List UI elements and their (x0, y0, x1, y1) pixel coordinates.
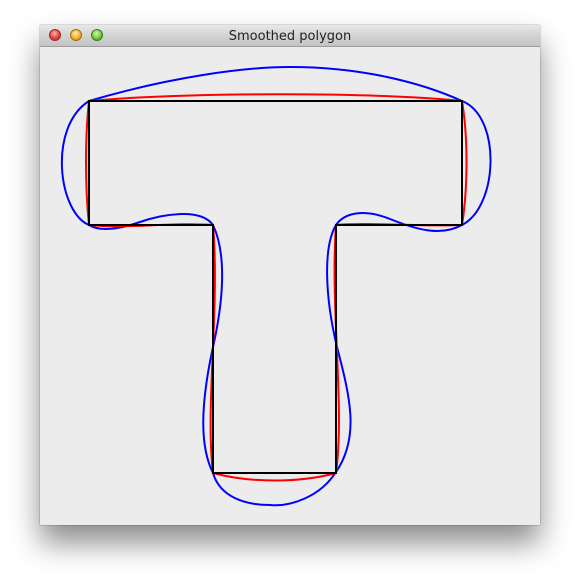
app-window: Smoothed polygon (40, 25, 540, 525)
window-title: Smoothed polygon (228, 29, 352, 44)
title-bar[interactable]: Smoothed polygon (40, 25, 540, 47)
smoothed-curve-blue-visible (60, 65, 492, 507)
smoothed-curve-red (85, 93, 468, 482)
drawing-area (40, 47, 540, 525)
original-polygon (88, 100, 463, 474)
polygon-canvas (60, 65, 492, 507)
